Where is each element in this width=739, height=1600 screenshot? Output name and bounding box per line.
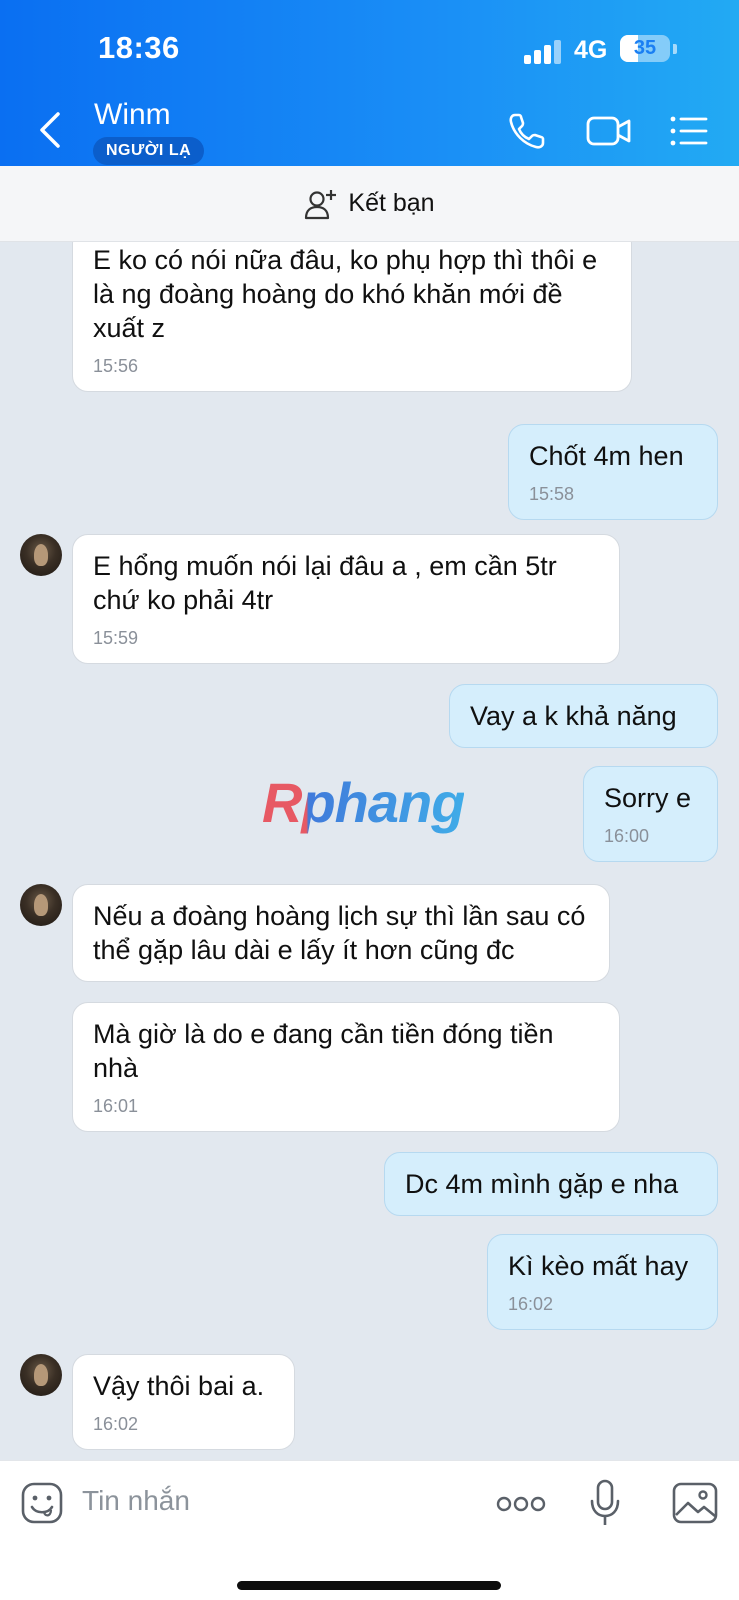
message-time: 16:02 — [93, 1414, 139, 1434]
message-bubble[interactable]: E hổng muốn nói lại đâu a , em cần 5tr c… — [72, 534, 620, 664]
message-input[interactable]: Tin nhắn — [82, 1485, 190, 1517]
battery-level: 35 — [633, 37, 657, 59]
stranger-badge: NGƯỜI LẠ — [93, 137, 205, 165]
video-call-icon[interactable] — [586, 110, 632, 152]
message-text: Sorry e — [604, 783, 692, 813]
message-time: 16:02 — [508, 1294, 554, 1314]
add-friend-button[interactable]: Kết bạn — [0, 166, 739, 242]
message-time: 16:00 — [604, 826, 650, 846]
chat-header: 18:36 4G 35 Winm NGƯỜI LẠ — [0, 0, 739, 166]
add-friend-label: Kết bạn — [348, 189, 435, 217]
signal-icon — [524, 38, 564, 64]
message-time: 15:59 — [93, 628, 139, 648]
microphone-icon[interactable] — [588, 1479, 622, 1527]
message-text: Chốt 4m hen — [529, 441, 684, 471]
image-icon[interactable] — [672, 1481, 718, 1525]
message-bubble[interactable]: Kì kèo mất hay 16:02 — [487, 1234, 718, 1330]
sticker-icon[interactable] — [20, 1481, 64, 1525]
message-bubble[interactable]: Chốt 4m hen 15:58 — [508, 424, 718, 520]
message-text: Kì kèo mất hay — [508, 1251, 689, 1281]
message-bubble[interactable]: E ko có nói nữa đâu, ko phụ hợp thì thôi… — [72, 242, 632, 392]
message-list[interactable]: E ko có nói nữa đâu, ko phụ hợp thì thôi… — [0, 242, 739, 1460]
message-text: E hổng muốn nói lại đâu a , em cần 5tr c… — [93, 551, 557, 615]
message-text: E ko có nói nữa đâu, ko phụ hợp thì thôi… — [93, 245, 598, 343]
message-bubble[interactable]: Mà giờ là do e đang cần tiền đóng tiền n… — [72, 1002, 620, 1132]
message-bubble[interactable]: Dc 4m mình gặp e nha — [384, 1152, 718, 1216]
add-user-icon — [305, 189, 337, 219]
composer-bar: Tin nhắn — [0, 1460, 739, 1600]
message-bubble[interactable]: Sorry e 16:00 — [583, 766, 718, 862]
watermark: Rphang — [262, 771, 465, 834]
message-text: Vay a k khả năng — [470, 701, 677, 731]
more-icon[interactable] — [496, 1495, 546, 1513]
message-text: Vậy thôi bai a. — [93, 1371, 265, 1401]
phone-icon[interactable] — [506, 110, 548, 152]
back-chevron-icon[interactable] — [34, 108, 70, 152]
avatar[interactable] — [20, 884, 62, 926]
network-label: 4G — [574, 36, 608, 64]
message-time: 16:01 — [93, 1096, 139, 1116]
message-bubble[interactable]: Nếu a đoàng hoàng lịch sự thì lần sau có… — [72, 884, 610, 982]
battery-icon: 35 — [620, 35, 670, 62]
menu-list-icon[interactable] — [668, 110, 710, 152]
home-indicator — [237, 1581, 501, 1590]
avatar[interactable] — [20, 534, 62, 576]
message-bubble[interactable]: Vay a k khả năng — [449, 684, 718, 748]
message-text: Dc 4m mình gặp e nha — [405, 1169, 679, 1199]
avatar[interactable] — [20, 1354, 62, 1396]
status-time: 18:36 — [98, 30, 180, 65]
message-time: 15:56 — [93, 356, 139, 376]
message-text: Nếu a đoàng hoàng lịch sự thì lần sau có… — [93, 901, 586, 965]
message-text: Mà giờ là do e đang cần tiền đóng tiền n… — [93, 1019, 554, 1083]
contact-name[interactable]: Winm — [94, 98, 171, 132]
message-bubble[interactable]: Vậy thôi bai a. 16:02 — [72, 1354, 295, 1450]
message-time: 15:58 — [529, 484, 575, 504]
